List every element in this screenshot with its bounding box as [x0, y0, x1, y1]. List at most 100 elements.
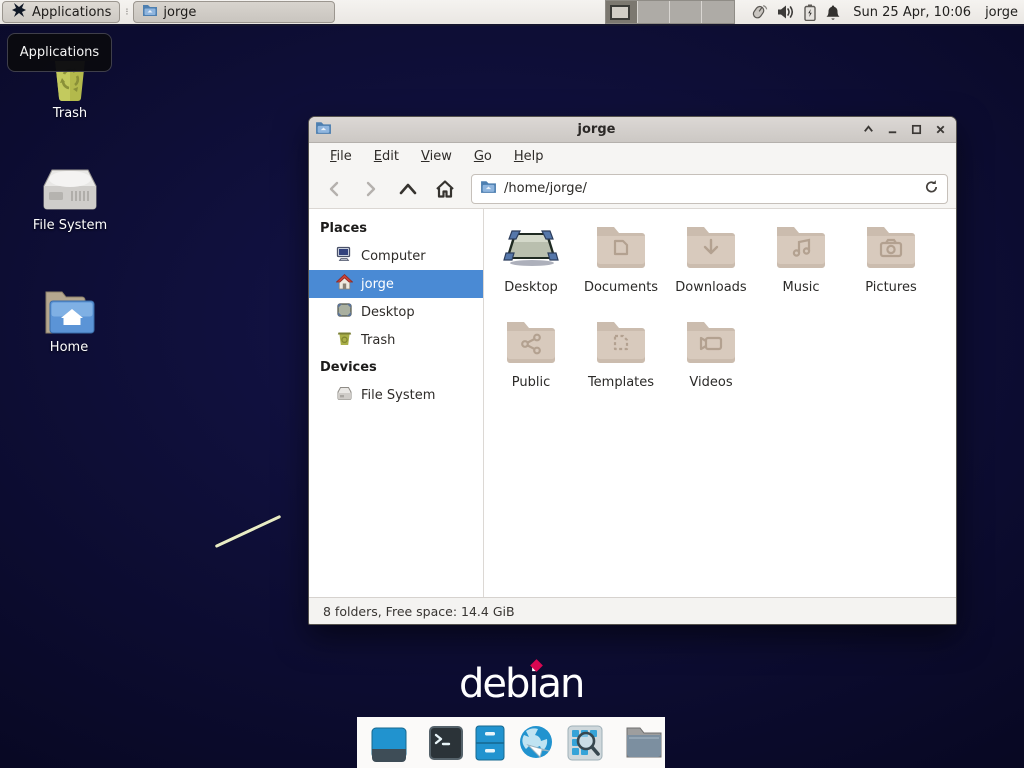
tooltip-text: Applications	[20, 45, 99, 60]
sidebar-item-label: File System	[361, 388, 435, 403]
battery-icon[interactable]	[804, 4, 816, 21]
folder-documents-icon	[594, 223, 648, 275]
home-icon	[336, 274, 353, 294]
home-button[interactable]	[428, 174, 461, 204]
menu-help[interactable]: Help	[505, 146, 553, 167]
system-tray	[749, 4, 841, 21]
window-folder-icon	[315, 120, 332, 139]
workspace-3[interactable]	[670, 1, 702, 23]
file-item-label: Music	[783, 280, 820, 295]
menubar: File Edit View Go Help	[309, 143, 956, 169]
sidebar-item-label: Computer	[361, 249, 426, 264]
sidebar-item-label: Desktop	[361, 305, 415, 320]
debian-logo: debian	[459, 660, 583, 708]
computer-icon	[336, 246, 353, 266]
statusbar-text: 8 folders, Free space: 14.4 GiB	[323, 604, 515, 619]
location-bar[interactable]: /home/jorge/	[471, 174, 948, 204]
applications-menu-label: Applications	[32, 5, 111, 20]
file-item-public[interactable]: Public	[486, 312, 576, 407]
taskbar-window-button[interactable]: jorge	[133, 1, 335, 23]
sidebar-header-devices: Devices	[309, 354, 483, 381]
xfce-logo-icon	[11, 2, 27, 22]
top-panel: Applications ⁝ jorge Sun 25 Apr, 10:06 j…	[0, 0, 1024, 26]
volume-icon[interactable]	[777, 4, 795, 20]
file-item-videos[interactable]: Videos	[666, 312, 756, 407]
path-input[interactable]: /home/jorge/	[504, 181, 917, 196]
file-manager-icon[interactable]	[624, 725, 664, 761]
terminal-icon[interactable]	[428, 725, 464, 761]
bell-icon[interactable]	[825, 4, 841, 21]
applications-tooltip: Applications	[7, 33, 112, 72]
menu-view[interactable]: View	[412, 146, 461, 167]
file-manager-window: jorge File Edit View Go Help /home/jorge…	[308, 116, 957, 625]
file-grid: Desktop Documents	[484, 209, 956, 597]
shade-button[interactable]	[861, 122, 876, 137]
file-item-label: Templates	[588, 375, 654, 390]
file-cabinet-icon[interactable]	[474, 724, 506, 762]
desktop-stroke-artifact	[215, 515, 282, 548]
panel-clock[interactable]: Sun 25 Apr, 10:06	[853, 5, 971, 20]
desktop-icon	[336, 302, 353, 322]
file-item-templates[interactable]: Templates	[576, 312, 666, 407]
panel-user-label[interactable]: jorge	[985, 5, 1018, 20]
file-item-desktop[interactable]: Desktop	[486, 217, 576, 312]
mouse-icon[interactable]	[749, 4, 768, 21]
folder-pictures-icon	[864, 223, 918, 275]
reload-icon[interactable]	[924, 179, 939, 199]
sidebar-item-desktop[interactable]: Desktop	[309, 298, 483, 326]
web-browser-icon[interactable]	[516, 723, 556, 763]
workspace-2[interactable]	[638, 1, 670, 23]
harddrive-icon	[22, 168, 118, 214]
desktop-icon	[502, 223, 560, 275]
file-item-pictures[interactable]: Pictures	[846, 217, 936, 312]
close-button[interactable]	[933, 122, 948, 137]
sidebar-item-computer[interactable]: Computer	[309, 242, 483, 270]
harddrive-icon	[336, 385, 353, 405]
toolbar: /home/jorge/	[309, 169, 956, 209]
file-item-label: Documents	[584, 280, 658, 295]
show-desktop-icon[interactable]	[370, 724, 408, 762]
trash-icon	[336, 330, 353, 350]
folder-downloads-icon	[684, 223, 738, 275]
debian-logo-text: debian	[459, 661, 583, 707]
back-button[interactable]	[317, 174, 350, 204]
sidebar-item-trash[interactable]: Trash	[309, 326, 483, 354]
panel-grip-handle[interactable]: ⁝	[123, 9, 130, 16]
sidebar-item-jorge[interactable]: jorge	[309, 270, 483, 298]
desktop-icon-label: Home	[21, 340, 117, 355]
file-item-label: Videos	[689, 375, 732, 390]
file-item-music[interactable]: Music	[756, 217, 846, 312]
folder-public-icon	[504, 318, 558, 370]
taskbar-window-label: jorge	[163, 5, 196, 20]
maximize-button[interactable]	[909, 122, 924, 137]
forward-button[interactable]	[354, 174, 387, 204]
desktop-icon-label: Trash	[22, 106, 118, 121]
sidebar-item-label: Trash	[361, 333, 395, 348]
desktop-icon-file-system[interactable]: File System	[22, 168, 118, 233]
window-titlebar[interactable]: jorge	[309, 117, 956, 143]
sidebar-item-file-system[interactable]: File System	[309, 381, 483, 409]
workspace-4[interactable]	[702, 1, 734, 23]
file-item-label: Desktop	[504, 280, 558, 295]
folder-templates-icon	[594, 318, 648, 370]
menu-go[interactable]: Go	[465, 146, 501, 167]
desktop-icon-home[interactable]: Home	[21, 288, 117, 355]
minimize-button[interactable]	[885, 122, 900, 137]
workspace-window-thumb	[610, 5, 630, 20]
menu-file[interactable]: File	[321, 146, 361, 167]
app-finder-icon[interactable]	[566, 724, 604, 762]
home-folder-icon	[21, 288, 117, 336]
up-button[interactable]	[391, 174, 424, 204]
folder-icon	[142, 3, 158, 21]
sidebar-header-places: Places	[309, 215, 483, 242]
statusbar: 8 folders, Free space: 14.4 GiB	[309, 597, 956, 624]
file-item-documents[interactable]: Documents	[576, 217, 666, 312]
bottom-dock	[357, 717, 665, 768]
menu-edit[interactable]: Edit	[365, 146, 408, 167]
applications-menu-button[interactable]: Applications	[2, 1, 120, 23]
file-item-label: Pictures	[865, 280, 916, 295]
workspace-switcher[interactable]	[605, 0, 735, 24]
window-title: jorge	[332, 122, 861, 137]
file-item-downloads[interactable]: Downloads	[666, 217, 756, 312]
workspace-1[interactable]	[606, 1, 638, 23]
